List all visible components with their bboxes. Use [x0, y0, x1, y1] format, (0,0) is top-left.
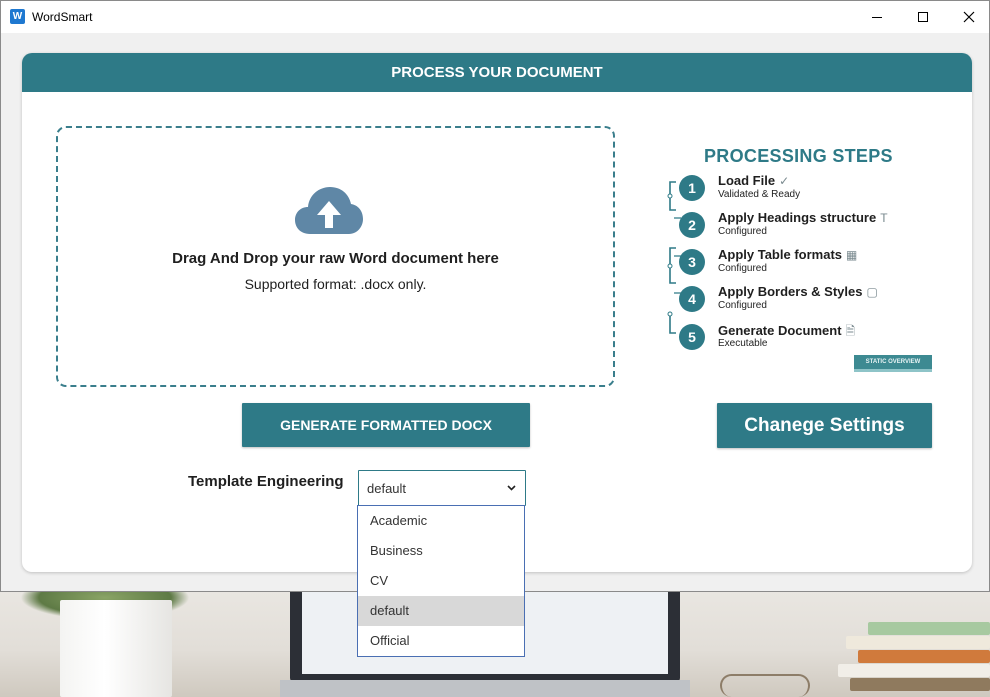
option-cv[interactable]: CV: [358, 566, 524, 596]
close-button[interactable]: [946, 1, 990, 33]
option-official[interactable]: Official: [358, 626, 524, 656]
plant-pot-decoration: [60, 600, 172, 697]
option-default[interactable]: default: [358, 596, 524, 626]
step-status: Executable: [718, 338, 768, 349]
dropzone-title: Drag And Drop your raw Word document her…: [172, 250, 499, 267]
check-circle-icon: ✓: [779, 174, 790, 188]
document-arrow-icon: 🗎: [845, 324, 856, 338]
minimize-button[interactable]: [854, 1, 900, 33]
glasses-decoration: [720, 674, 810, 697]
template-options-list: Academic Business CV default Official: [357, 505, 525, 657]
app-window: W WordSmart PROCESS YOUR DOCUMENT Drag A…: [0, 0, 990, 592]
laptop-base-decoration: [280, 680, 690, 697]
border-icon: ▢: [866, 285, 878, 299]
step-number: 5: [679, 324, 705, 350]
processing-steps-title: PROCESSING STEPS: [704, 146, 893, 166]
window-title: WordSmart: [32, 10, 93, 24]
title-bar: W WordSmart: [1, 1, 989, 33]
option-business[interactable]: Business: [358, 536, 524, 566]
dropzone-subtitle: Supported format: .docx only.: [244, 276, 427, 292]
books-decoration: [838, 622, 990, 697]
step-number: 4: [679, 286, 705, 312]
cloud-upload-icon: [295, 187, 363, 234]
change-settings-button[interactable]: Chanege Settings: [717, 403, 932, 448]
step-label: Apply Headings structure: [718, 210, 877, 225]
step-label: Apply Table formats: [718, 247, 843, 262]
step-number: 2: [679, 212, 705, 238]
step-label: Load File: [718, 173, 776, 188]
template-select[interactable]: default: [358, 470, 526, 506]
minimize-icon: [872, 16, 882, 18]
step-number: 1: [679, 175, 705, 201]
table-icon: ▦: [846, 248, 858, 262]
maximize-icon: [918, 12, 928, 22]
template-label: Template Engineering: [188, 473, 344, 490]
step-label: Apply Borders & Styles: [718, 284, 863, 299]
maximize-button[interactable]: [900, 1, 946, 33]
step-status: Configured: [718, 226, 767, 237]
generate-docx-button[interactable]: GENERATE FORMATTED DOCX: [242, 403, 530, 447]
app-icon: W: [10, 9, 25, 24]
option-academic[interactable]: Academic: [358, 506, 524, 536]
step-status: Configured: [718, 300, 767, 311]
step-status: Configured: [718, 263, 767, 274]
close-icon: [963, 11, 975, 23]
file-dropzone[interactable]: Drag And Drop your raw Word document her…: [56, 126, 615, 387]
chevron-down-icon: [507, 485, 516, 491]
step-status: Validated & Ready: [718, 189, 801, 200]
card-header: PROCESS YOUR DOCUMENT: [22, 53, 972, 92]
step-label: Generate Document: [718, 323, 842, 338]
text-style-icon: T: [880, 211, 888, 225]
template-select-value: default: [367, 481, 407, 496]
process-card: PROCESS YOUR DOCUMENT Drag And Drop your…: [22, 53, 972, 572]
step-number: 3: [679, 249, 705, 275]
static-overview-badge: STATIC OVERVIEW: [854, 355, 932, 372]
